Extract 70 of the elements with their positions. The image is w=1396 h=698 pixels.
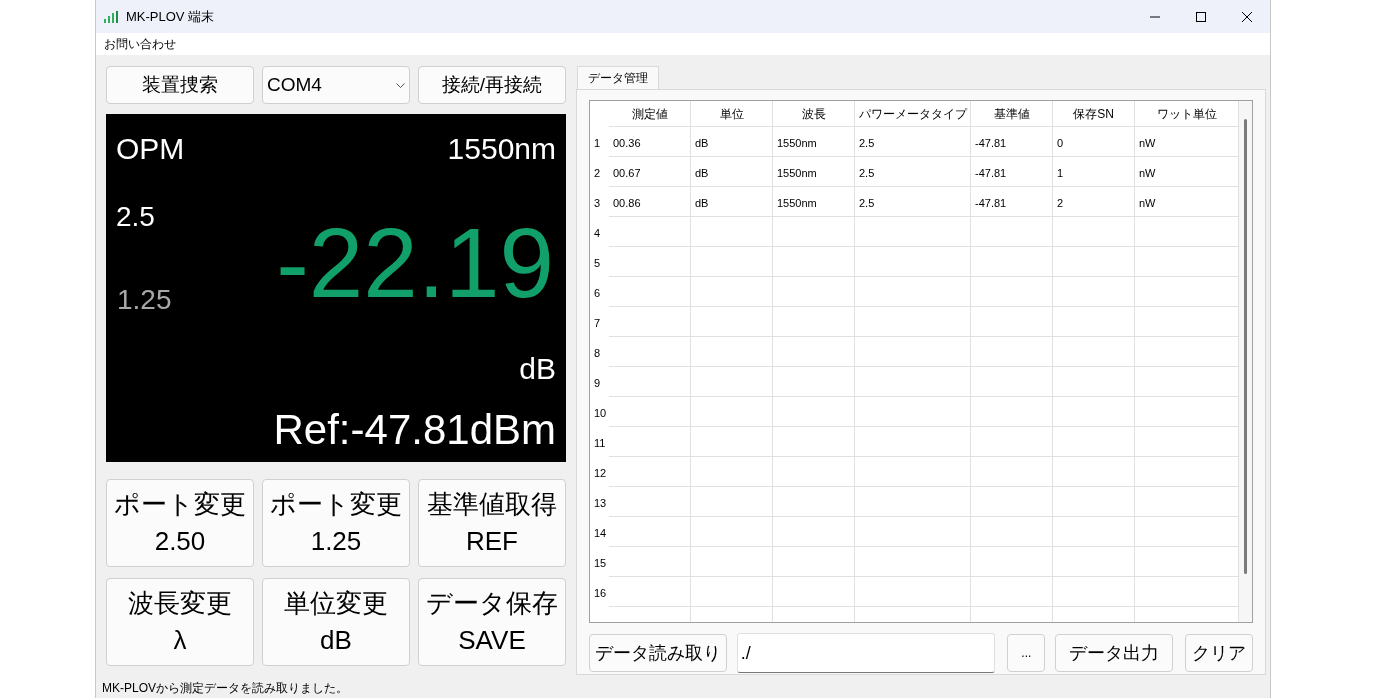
table-cell: 1550nm — [773, 156, 855, 186]
maximize-icon — [1196, 11, 1206, 22]
row-number: 2 — [593, 165, 602, 181]
control-button[interactable]: データ保存 SAVE — [418, 578, 566, 666]
control-button[interactable]: ポート変更 2.50 — [106, 479, 254, 567]
table-cell: dB — [691, 186, 773, 216]
column-header[interactable]: 波長 — [773, 101, 855, 126]
column-header[interactable]: 基準値 — [971, 101, 1053, 126]
row-number: 13 — [593, 495, 608, 511]
row-number: 12 — [593, 465, 608, 481]
export-data-button[interactable]: データ出力 — [1055, 634, 1174, 672]
port-dropdown[interactable]: COM4 — [262, 66, 410, 104]
table-cell: 00.86 — [609, 186, 691, 216]
table-cell: dB — [691, 156, 773, 186]
row-number: 5 — [593, 255, 602, 271]
control-button[interactable]: 単位変更 dB — [262, 578, 410, 666]
row-number: 8 — [593, 345, 602, 361]
table-cell: 2.5 — [855, 126, 971, 156]
menu-item[interactable]: お問い合わせ — [104, 35, 176, 53]
status-message: MK-PLOVから測定データを読み取りました。 — [102, 680, 348, 697]
table-cell: 00.36 — [609, 126, 691, 156]
column-header[interactable]: パワーメータタイプ — [855, 101, 971, 126]
row-number: 10 — [593, 405, 608, 421]
table-cell: 2 — [1053, 186, 1135, 216]
table-cell: 2.5 — [855, 186, 971, 216]
mode-label: OPM — [116, 134, 185, 164]
active-port-label: 2.5 — [116, 203, 155, 231]
table-cell: 2.5 — [855, 156, 971, 186]
inactive-port-label: 1.25 — [117, 286, 172, 314]
row-number: 15 — [593, 555, 608, 571]
wavelength-label: 1550nm — [447, 134, 556, 164]
table-cell: dB — [691, 126, 773, 156]
table-cell: -47.81 — [971, 126, 1053, 156]
connect-button[interactable]: 接続/再接続 — [418, 66, 566, 104]
column-header[interactable]: 測定値 — [609, 101, 691, 126]
browse-button[interactable]: ... — [1007, 634, 1046, 672]
tab[interactable]: データ管理 — [577, 66, 659, 89]
row-number: 3 — [593, 195, 602, 211]
power-reading: -22.19 — [276, 214, 554, 312]
row-number: 9 — [593, 375, 602, 391]
row-number: 11 — [593, 435, 607, 451]
table-cell: 00.67 — [609, 156, 691, 186]
caret-icon — [396, 82, 405, 88]
window-title: MK-PLOV 端末 — [126, 7, 215, 26]
reference-label: Ref:-47.81dBm — [273, 409, 556, 451]
path-field[interactable]: ./ — [736, 633, 996, 673]
row-number: 14 — [593, 525, 608, 541]
table-cell: 1550nm — [773, 186, 855, 216]
app-icon — [104, 10, 118, 23]
unit-label: dB — [519, 354, 556, 384]
row-number: 6 — [593, 285, 602, 301]
search-device-button[interactable]: 装置捜索 — [106, 66, 254, 104]
control-button[interactable]: ポート変更 1.25 — [262, 479, 410, 567]
column-header[interactable]: 単位 — [691, 101, 773, 126]
table-cell: 0 — [1053, 126, 1135, 156]
table-cell: -47.81 — [971, 156, 1053, 186]
control-button[interactable]: 波長変更 λ — [106, 578, 254, 666]
row-number: 1 — [593, 135, 602, 151]
scrollbar-thumb[interactable] — [1244, 119, 1247, 574]
table-cell: 1550nm — [773, 126, 855, 156]
column-header[interactable]: 保存SN — [1053, 101, 1135, 126]
row-number: 4 — [593, 225, 602, 241]
table-cell: -47.81 — [971, 186, 1053, 216]
close-icon — [1242, 11, 1252, 22]
clear-button[interactable]: クリア — [1185, 634, 1253, 672]
control-button[interactable]: 基準値取得 REF — [418, 479, 566, 567]
table-cell: 1 — [1053, 156, 1135, 186]
row-number: 7 — [593, 315, 602, 331]
read-data-button[interactable]: データ読み取り — [589, 634, 727, 672]
row-number: 16 — [593, 585, 608, 601]
